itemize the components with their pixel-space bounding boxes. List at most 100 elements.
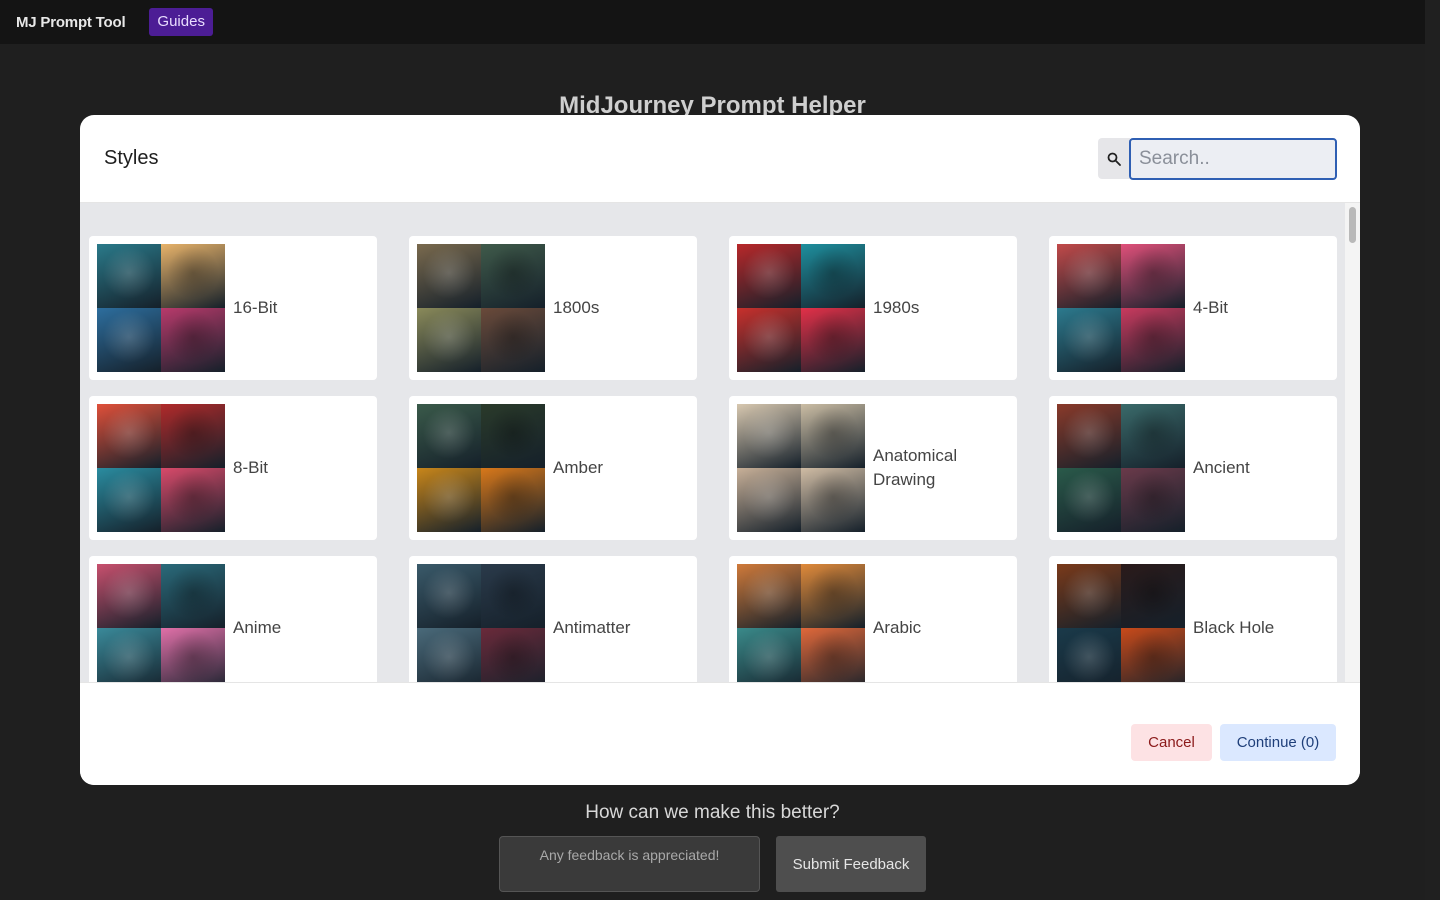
style-label: Ancient: [1193, 458, 1250, 477]
thumbnail-tile: [161, 468, 225, 532]
thumbnail-tile: [481, 404, 545, 468]
thumbnail-tile: [1121, 468, 1185, 532]
modal-title: Styles: [104, 147, 159, 169]
style-label: Anatomical Drawing: [873, 446, 958, 489]
style-card[interactable]: 1980s: [729, 236, 1017, 380]
thumbnail-tile: [1057, 468, 1121, 532]
style-label: Anime: [233, 618, 282, 637]
nav-guides-link[interactable]: Guides: [149, 8, 213, 36]
thumbnail-tile: [737, 628, 801, 683]
style-thumbnail: [1057, 404, 1185, 532]
style-card[interactable]: Amber: [409, 396, 697, 540]
thumbnail-tile: [161, 564, 225, 628]
thumbnail-tile: [737, 244, 801, 308]
style-thumbnail: [417, 244, 545, 372]
thumbnail-tile: [417, 404, 481, 468]
thumbnail-tile: [801, 404, 865, 468]
thumbnail-tile: [161, 244, 225, 308]
thumbnail-tile: [417, 628, 481, 683]
style-thumbnail: [737, 244, 865, 372]
style-thumbnail: [737, 404, 865, 532]
thumbnail-tile: [481, 308, 545, 372]
continue-button[interactable]: Continue (0): [1220, 724, 1336, 761]
style-thumbnail: [97, 564, 225, 683]
thumbnail-tile: [97, 404, 161, 468]
thumbnail-tile: [481, 244, 545, 308]
thumbnail-tile: [481, 564, 545, 628]
thumbnail-tile: [737, 308, 801, 372]
style-thumbnail: [1057, 564, 1185, 683]
thumbnail-tile: [801, 244, 865, 308]
thumbnail-tile: [97, 468, 161, 532]
style-card[interactable]: Arabic: [729, 556, 1017, 683]
thumbnail-tile: [801, 468, 865, 532]
feedback-heading: How can we make this better?: [585, 802, 840, 823]
thumbnail-tile: [1057, 628, 1121, 683]
thumbnail-tile: [1121, 564, 1185, 628]
scroll-thumb[interactable]: [1349, 207, 1356, 243]
style-thumbnail: [737, 564, 865, 683]
thumbnail-tile: [417, 308, 481, 372]
style-thumbnail: [417, 404, 545, 532]
top-navbar: MJ Prompt Tool Guides: [0, 0, 1425, 44]
style-label: Amber: [553, 458, 604, 477]
thumbnail-tile: [97, 628, 161, 683]
thumbnail-tile: [1121, 404, 1185, 468]
style-label: 1980s: [873, 298, 920, 317]
styles-grid: 16-Bit 1800s 1980s 4-Bit 8-Bit Amber Anatomica…: [89, 236, 1337, 683]
style-thumbnail: [1057, 244, 1185, 372]
style-thumbnail: [97, 244, 225, 372]
style-label: 8-Bit: [233, 458, 268, 477]
thumbnail-tile: [161, 308, 225, 372]
style-label: 16-Bit: [233, 298, 278, 317]
feedback-textarea[interactable]: Any feedback is appreciated!: [499, 836, 760, 892]
thumbnail-tile: [801, 308, 865, 372]
thumbnail-tile: [1121, 628, 1185, 683]
thumbnail-tile: [1057, 404, 1121, 468]
thumbnail-tile: [97, 564, 161, 628]
page-scrollbar: [1425, 0, 1440, 900]
style-card[interactable]: Antimatter: [409, 556, 697, 683]
style-card[interactable]: Anime: [89, 556, 377, 683]
thumbnail-tile: [1057, 244, 1121, 308]
thumbnail-tile: [801, 628, 865, 683]
thumbnail-tile: [1121, 244, 1185, 308]
search-icon: [1098, 138, 1130, 179]
thumbnail-tile: [1057, 308, 1121, 372]
thumbnail-tile: [161, 404, 225, 468]
modal-footer: Cancel Continue (0): [80, 682, 1360, 785]
style-label: 1800s: [553, 298, 600, 317]
modal-header: Styles: [80, 115, 1360, 203]
style-label: 4-Bit: [1193, 298, 1228, 317]
style-thumbnail: [417, 564, 545, 683]
style-card[interactable]: Anatomical Drawing: [729, 396, 1017, 540]
submit-feedback-button[interactable]: Submit Feedback: [776, 836, 926, 892]
modal-scrollbar[interactable]: [1345, 203, 1360, 683]
brand-logo[interactable]: MJ Prompt Tool: [16, 14, 126, 31]
thumbnail-tile: [481, 628, 545, 683]
thumbnail-tile: [737, 468, 801, 532]
thumbnail-tile: [417, 468, 481, 532]
thumbnail-tile: [97, 244, 161, 308]
style-card[interactable]: 1800s: [409, 236, 697, 380]
styles-modal: Styles 16-Bit 1800s 1980s 4-Bit 8-Bit Amber An…: [80, 115, 1360, 785]
cancel-button[interactable]: Cancel: [1131, 724, 1212, 761]
style-card[interactable]: 8-Bit: [89, 396, 377, 540]
style-card[interactable]: Ancient: [1049, 396, 1337, 540]
style-card[interactable]: 16-Bit: [89, 236, 377, 380]
thumbnail-tile: [97, 308, 161, 372]
style-label: Black Hole: [1193, 618, 1275, 637]
style-card[interactable]: Black Hole: [1049, 556, 1337, 683]
thumbnail-tile: [737, 564, 801, 628]
style-thumbnail: [97, 404, 225, 532]
styles-list[interactable]: 16-Bit 1800s 1980s 4-Bit 8-Bit Amber Anatomica…: [80, 203, 1360, 683]
search-input[interactable]: [1129, 138, 1337, 180]
style-card[interactable]: 4-Bit: [1049, 236, 1337, 380]
thumbnail-tile: [1121, 308, 1185, 372]
thumbnail-tile: [417, 564, 481, 628]
thumbnail-tile: [737, 404, 801, 468]
style-label: Arabic: [873, 618, 922, 637]
style-label: Antimatter: [553, 618, 631, 637]
thumbnail-tile: [481, 468, 545, 532]
thumbnail-tile: [161, 628, 225, 683]
